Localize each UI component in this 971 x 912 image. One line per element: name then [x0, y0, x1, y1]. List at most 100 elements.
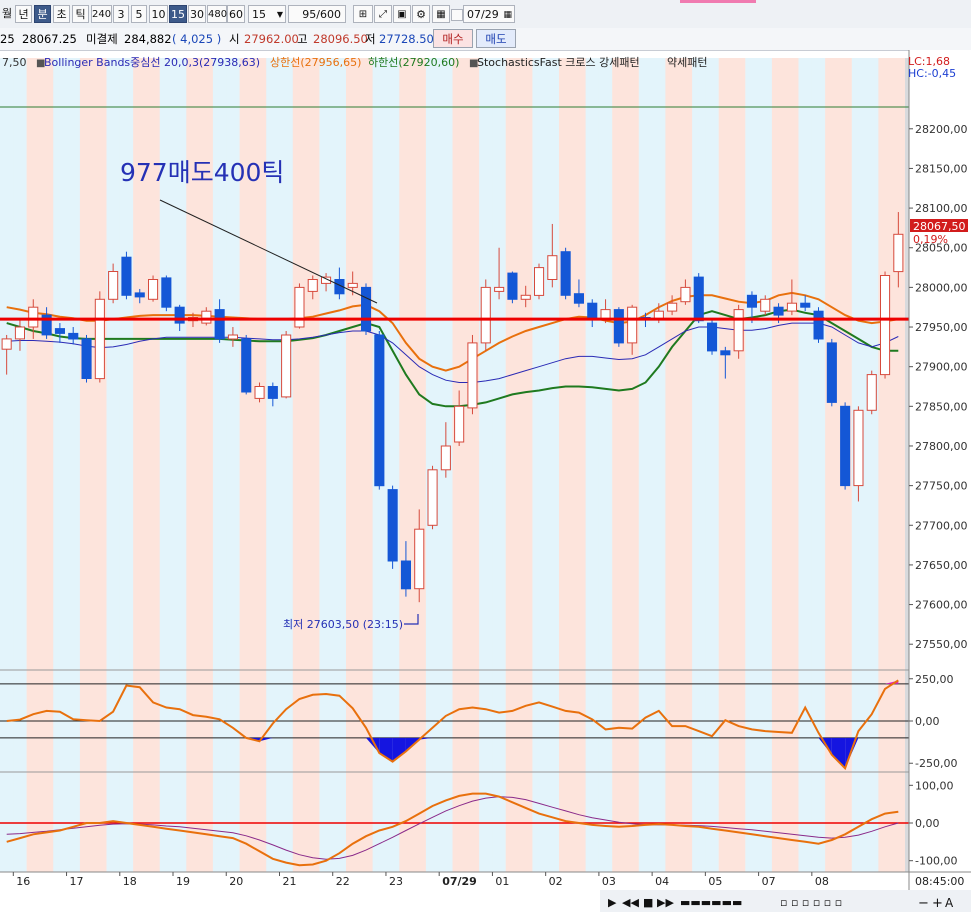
session-band — [0, 58, 14, 872]
stop-icon[interactable]: ■ — [643, 896, 653, 909]
buy-button[interactable]: 매수 — [433, 29, 473, 48]
y-axis: 28200,0028150,0028100,0028050,0028000,00… — [908, 50, 971, 890]
period-3-button[interactable]: 3 — [113, 5, 129, 23]
session-band — [598, 58, 613, 872]
legend-weak-pattern: 약세패턴 — [667, 55, 707, 69]
x-tick-label: 07 — [762, 875, 776, 888]
period-month-button[interactable]: 월 — [0, 5, 14, 23]
y-tick-label: 28100,00 — [915, 202, 968, 215]
candle-body — [534, 267, 545, 296]
scroll-back-icon[interactable]: ◀◀ — [622, 896, 639, 909]
period-year-button[interactable]: 년 — [15, 5, 32, 23]
candle-body — [214, 309, 225, 340]
zoom-out-icon[interactable]: − — [918, 896, 929, 911]
y-tick-label: 28200,00 — [915, 123, 968, 136]
candle-body — [54, 328, 66, 334]
view-mode-icons[interactable]: ▫ ▫ ▫ ▫ ▫ ▫ — [780, 896, 842, 909]
session-band — [745, 58, 760, 872]
period-second-button[interactable]: 초 — [53, 5, 70, 23]
y-tick-label: 27550,00 — [915, 638, 968, 651]
candle-body — [414, 528, 425, 590]
session-band — [612, 58, 627, 872]
period-60-button[interactable]: 60 — [227, 5, 245, 23]
period-10-button[interactable]: 10 — [149, 5, 168, 23]
high-label: 고 — [297, 32, 308, 46]
font-size-icon[interactable]: A — [945, 896, 954, 910]
session-band — [26, 58, 41, 872]
session-band — [532, 58, 547, 872]
x-tick-label: 02 — [549, 875, 563, 888]
x-tick-label: 18 — [123, 875, 137, 888]
calendar-icon[interactable]: ▦ — [432, 5, 450, 23]
session-band — [705, 58, 720, 872]
crosshair-icon[interactable]: ⊞ — [353, 5, 373, 23]
period-5-button[interactable]: 5 — [131, 5, 147, 23]
candle-body — [746, 294, 758, 308]
y-tick-label: 27850,00 — [915, 400, 968, 413]
zoom-tool-icon[interactable]: ⤢ — [374, 5, 392, 23]
session-band — [332, 58, 347, 872]
candle-body — [494, 286, 505, 292]
period-480-button[interactable]: 480 — [207, 5, 227, 23]
candle-body — [294, 286, 305, 328]
candle-body — [440, 445, 451, 471]
count-field[interactable]: 95/600 — [288, 5, 346, 23]
chevron-down-icon: ▼ — [276, 10, 283, 19]
session-band — [106, 58, 121, 872]
quote-bar: 25 28067.25 미결제 284,882 ( 4,025 ) 시 2796… — [0, 28, 971, 51]
x-time-label: 08:45:00 — [915, 875, 964, 888]
session-band — [625, 58, 640, 872]
scroll-forward-icon[interactable]: ▶▶ — [657, 896, 674, 909]
high-value: 28096.50 — [313, 32, 368, 46]
session-band — [692, 58, 706, 872]
oi-change: ( 4,025 ) — [172, 32, 222, 46]
candle-body — [480, 286, 491, 344]
candle-body — [108, 271, 119, 300]
session-band — [519, 58, 533, 872]
period-tick-button[interactable]: 틱 — [72, 5, 89, 23]
candle-body — [254, 386, 265, 399]
quote-price: 28067.25 — [22, 32, 77, 46]
candle-body — [680, 286, 691, 303]
candle-body — [201, 310, 212, 324]
date-checkbox[interactable] — [451, 9, 463, 21]
x-axis: 16 17 18 19 20 21 22 23 07/29 01 02 03 04 05 07 08 08:45… — [0, 871, 971, 888]
count-total: /600 — [316, 8, 341, 21]
session-band — [891, 58, 906, 872]
period-30-button[interactable]: 30 — [188, 5, 206, 23]
date-field[interactable]: 07/29 ▦ — [463, 5, 515, 23]
candle-body — [374, 334, 385, 487]
scroll-thumb[interactable]: ▬▬▬▬▬▬ — [680, 896, 742, 909]
session-band — [479, 58, 493, 872]
interval-select[interactable]: 15 ▼ — [248, 5, 286, 23]
save-icon[interactable]: ▣ — [393, 5, 411, 23]
sell-annotation: 977매도400틱 — [120, 158, 284, 187]
open-value: 27962.00 — [244, 32, 299, 46]
period-15-button[interactable]: 15 — [169, 5, 187, 23]
zoom-in-icon[interactable]: + — [932, 896, 943, 911]
toolbar: 월 년 분 초 틱 240 3 5 10 15 30 480 60 15 ▼ 9… — [0, 0, 971, 29]
x-tick-label: 07/29 — [442, 875, 477, 888]
candle-body — [507, 272, 518, 300]
session-band — [585, 58, 600, 872]
x-tick-label: 05 — [708, 875, 722, 888]
oi-label: 미결제 — [86, 32, 118, 46]
low-value: 27728.50 — [379, 32, 434, 46]
period-240-button[interactable]: 240 — [91, 5, 112, 23]
candle-body — [880, 275, 891, 376]
period-minute-button[interactable]: 분 — [34, 5, 51, 23]
candle-body — [94, 298, 105, 380]
candle-body — [773, 306, 784, 316]
candle-body — [587, 302, 598, 320]
quote-prefix: 25 — [0, 32, 15, 46]
sell-button[interactable]: 매도 — [476, 29, 516, 48]
candle-body — [81, 338, 92, 379]
price-tag-pct: 0,19% — [913, 233, 948, 246]
gear-icon[interactable]: ⚙ — [412, 5, 430, 23]
candle-body — [427, 469, 438, 526]
scroll-first-icon[interactable]: ▶ — [608, 896, 617, 909]
candle-body — [613, 309, 624, 344]
session-band — [652, 58, 666, 872]
low-marker-label: 최저 27603,50 (23:15) — [283, 618, 403, 631]
candle-body — [1, 338, 12, 350]
